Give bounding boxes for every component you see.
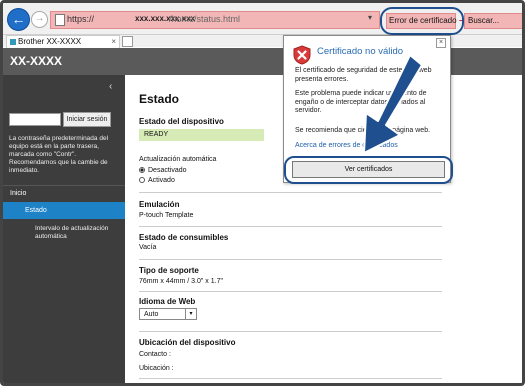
consumables-heading: Estado de consumibles — [139, 233, 229, 242]
shield-error-icon — [293, 45, 311, 65]
divider — [139, 291, 442, 292]
radio-label: Activado — [148, 177, 175, 184]
certificate-error-highlight — [380, 7, 464, 35]
divider — [139, 259, 442, 260]
password-input[interactable] — [9, 113, 61, 126]
media-type-heading: Tipo de soporte — [139, 266, 199, 275]
radio-enabled[interactable]: Activado — [139, 177, 175, 184]
pointer-arrow-icon — [363, 54, 423, 154]
forward-arrow-icon: → — [34, 13, 45, 24]
address-dropdown-icon[interactable]: ▾ — [368, 13, 372, 22]
page-icon — [55, 14, 65, 26]
web-language-select[interactable]: Auto ▾ — [139, 308, 197, 320]
radio-unchecked-icon — [139, 177, 145, 183]
sidebar-item-status[interactable]: Estado — [3, 202, 125, 219]
auto-update-label: Actualización automática — [139, 156, 217, 163]
url-protocol: https:// — [67, 14, 95, 24]
back-arrow-icon: ← — [11, 11, 26, 27]
collapse-sidebar-icon[interactable]: ‹ — [109, 81, 112, 92]
login-button[interactable]: Iniciar sesión — [63, 112, 111, 127]
web-language-value: Auto — [144, 311, 159, 318]
chevron-down-icon: ▾ — [185, 309, 196, 319]
popup-close-icon[interactable]: × — [436, 38, 446, 48]
url-path: /home/status.html — [169, 14, 241, 24]
radio-label: Desactivado — [148, 167, 187, 174]
brand-title: XX-XXXX — [10, 54, 63, 68]
divider — [139, 331, 442, 332]
address-bar-row: ← → https:// xxx.xxx.xxx.xxx /home/statu… — [3, 3, 522, 35]
device-status-value: READY — [139, 129, 264, 141]
emulation-heading: Emulación — [139, 200, 180, 209]
page-title: Estado — [139, 92, 180, 106]
search-input[interactable]: Buscar... — [464, 13, 522, 29]
new-tab-icon[interactable] — [122, 36, 133, 47]
divider — [139, 226, 442, 227]
divider — [139, 192, 442, 193]
back-button[interactable]: ← — [7, 8, 30, 31]
search-placeholder: Buscar... — [468, 16, 500, 25]
sidebar-item-auto-refresh[interactable]: Intervalo de actualización automática — [35, 225, 117, 240]
tab-brother[interactable]: Brother XX-XXXX × — [6, 35, 120, 48]
consumables-value: Vacía — [139, 244, 157, 251]
location-heading: Ubicación del dispositivo — [139, 338, 236, 347]
emulation-value: P-touch Template — [139, 212, 194, 219]
tab-favicon-icon — [10, 38, 16, 45]
browser-window: ← → https:// xxx.xxx.xxx.xxx /home/statu… — [0, 0, 525, 386]
radio-checked-icon — [139, 167, 145, 173]
view-certificates-highlight — [284, 156, 453, 184]
sidebar-item-home[interactable]: Inicio — [3, 185, 125, 201]
device-status-heading: Estado del dispositivo — [139, 117, 224, 126]
web-language-heading: Idioma de Web — [139, 297, 196, 306]
tab-close-icon[interactable]: × — [111, 36, 116, 48]
radio-disabled[interactable]: Desactivado — [139, 167, 187, 174]
password-note: La contraseña predeterminada del equipo … — [9, 135, 109, 174]
location-label: Ubicación : — [139, 365, 174, 372]
address-field[interactable]: https:// xxx.xxx.xxx.xxx /home/status.ht… — [50, 11, 380, 29]
divider — [139, 378, 442, 379]
media-type-value: 76mm x 44mm / 3.0" x 1.7" — [139, 278, 223, 285]
tab-title: Brother XX-XXXX — [18, 37, 82, 46]
sidebar: ‹ Iniciar sesión La contraseña predeterm… — [3, 75, 125, 383]
forward-button[interactable]: → — [31, 11, 48, 28]
contact-label: Contacto : — [139, 351, 171, 358]
